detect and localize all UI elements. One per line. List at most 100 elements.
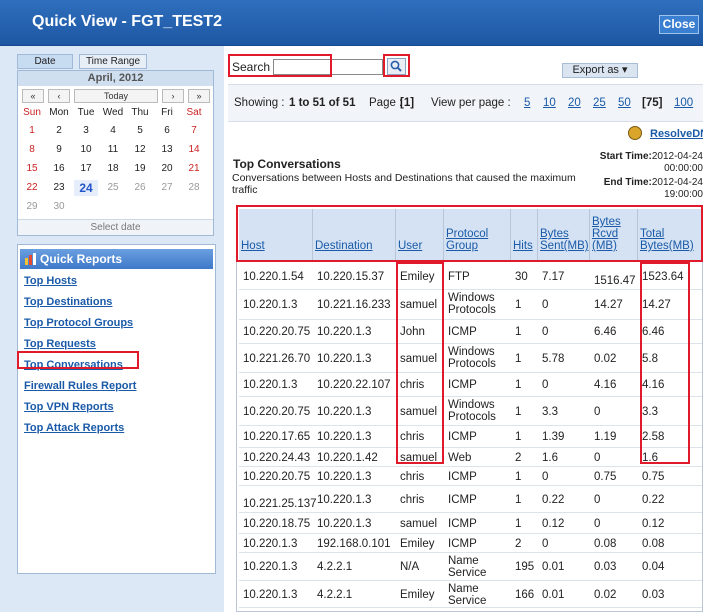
quick-report-top-vpn-reports[interactable]: Top VPN Reports [24, 401, 114, 413]
today-button[interactable]: Today [74, 89, 158, 103]
table-cell-bytes-rcvd: 14.27 [594, 299, 623, 311]
resolve-dns-link[interactable]: ResolveDNS [650, 128, 703, 140]
calendar-day[interactable]: 19 [128, 161, 152, 177]
calendar-day[interactable]: 9 [47, 142, 71, 158]
per-page-20[interactable]: 20 [568, 97, 581, 109]
column-header-user[interactable]: User [396, 209, 444, 260]
column-header-destination[interactable]: Destination [313, 209, 396, 260]
calendar-day[interactable]: 6 [155, 123, 179, 139]
weekday-tue: Tue [77, 107, 95, 118]
tab-date[interactable]: Date [17, 54, 73, 69]
column-header-bytes-sent[interactable]: Bytes Sent(MB) [538, 209, 590, 260]
calendar-day[interactable]: 26 [128, 180, 152, 196]
per-page-10[interactable]: 10 [543, 97, 556, 109]
page-label: Page : [369, 97, 403, 109]
calendar-day[interactable]: 8 [20, 142, 44, 158]
prev-year-button[interactable]: « [22, 89, 44, 103]
calendar-day[interactable]: 5 [128, 123, 152, 139]
per-page-25[interactable]: 25 [593, 97, 606, 109]
calendar-day[interactable]: 20 [155, 161, 179, 177]
table-cell-protocol-group: FTP [448, 270, 470, 283]
per-page-5[interactable]: 5 [524, 97, 530, 109]
column-header-label: User [398, 240, 423, 252]
next-month-button[interactable]: › [162, 89, 184, 103]
column-header-bytes-rcvd[interactable]: Bytes Rcvd (MB) [590, 209, 638, 260]
table-cell-destination: 10.220.22.107 [317, 379, 391, 391]
table-cell-user: Emiley [400, 538, 435, 550]
quick-report-top-destinations[interactable]: Top Destinations [24, 296, 112, 308]
table-cell-total-bytes: 0.03 [642, 588, 665, 601]
calendar-day[interactable]: 27 [155, 180, 179, 196]
calendar-day[interactable]: 11 [101, 142, 125, 158]
table-cell-bytes-sent: 0.22 [542, 493, 565, 506]
calendar-day[interactable]: 25 [101, 180, 125, 196]
column-header-host[interactable]: Host [239, 209, 313, 260]
table-cell-host: 10.220.20.75 [243, 405, 311, 418]
calendar-day[interactable]: 14 [182, 142, 206, 158]
quick-report-top-requests[interactable]: Top Requests [24, 338, 96, 350]
per-page-100[interactable]: 100 [674, 97, 693, 109]
calendar-day[interactable]: 17 [74, 161, 98, 177]
table-cell-host: 10.220.24.43 [243, 452, 311, 464]
calendar-day[interactable]: 28 [182, 180, 206, 196]
calendar-day[interactable]: 12 [128, 142, 152, 158]
calendar-day[interactable]: 13 [155, 142, 179, 158]
column-header-label: Hits [513, 240, 533, 252]
table-cell-host: 10.220.1.3 [243, 379, 298, 391]
table-cell-destination: 10.220.1.3 [317, 493, 372, 506]
quick-reports-panel: Quick Reports Top Hosts Top Destinations T… [17, 244, 216, 574]
calendar-day[interactable]: 10 [74, 142, 98, 158]
column-header-label: Bytes Sent(MB) [540, 228, 589, 252]
calendar-day[interactable]: 16 [47, 161, 71, 177]
search-button[interactable] [387, 58, 406, 75]
search-input[interactable] [273, 59, 383, 75]
quick-report-top-conversations[interactable]: Top Conversations [24, 359, 123, 371]
table-cell-user: chris [400, 379, 425, 391]
column-header-total-bytes[interactable]: Total Bytes(MB) [638, 209, 702, 260]
start-date: 2012-04-24 [651, 151, 703, 162]
calendar-day[interactable]: 23 [47, 180, 71, 196]
calendar-day[interactable]: 2 [47, 123, 71, 139]
calendar-day[interactable]: 29 [20, 199, 44, 215]
next-year-button[interactable]: » [188, 89, 210, 103]
table-cell-hits: 1 [515, 517, 522, 530]
calendar-footer: Select date [18, 219, 213, 235]
calendar-day[interactable]: 24 [74, 180, 98, 196]
quick-report-top-hosts[interactable]: Top Hosts [24, 275, 77, 287]
table-cell-user: John [400, 326, 425, 338]
table-cell-host: 10.220.20.75 [243, 326, 311, 338]
calendar-day[interactable]: 18 [101, 161, 125, 177]
export-button[interactable]: Export as ▾ [562, 63, 638, 78]
table-cell-user: samuel [400, 299, 438, 311]
calendar-day[interactable]: 30 [47, 199, 71, 215]
table-cell-bytes-rcvd: 0.08 [594, 538, 617, 550]
quick-report-top-protocol-groups[interactable]: Top Protocol Groups [24, 317, 133, 329]
calendar-day[interactable]: 15 [20, 161, 44, 177]
search-label: Search [232, 60, 271, 74]
report-description: Conversations between Hosts and Destinat… [232, 172, 576, 196]
per-page-50[interactable]: 50 [618, 97, 631, 109]
table-cell-total-bytes: 0.12 [642, 517, 665, 530]
calendar-day[interactable]: 3 [74, 123, 98, 139]
quick-report-firewall-rules-report[interactable]: Firewall Rules Report [24, 380, 136, 392]
calendar-day[interactable]: 1 [20, 123, 44, 139]
table-cell-hits: 1 [515, 405, 522, 418]
table-cell-host: 10.220.17.65 [243, 431, 311, 443]
column-header-protocol-group[interactable]: Protocol Group [444, 209, 511, 260]
column-header-hits[interactable]: Hits [511, 209, 538, 260]
table-cell-hits: 1 [515, 379, 522, 391]
table-cell-hits: 1 [515, 431, 522, 443]
calendar-day[interactable]: 7 [182, 123, 206, 139]
table-cell-destination: 4.2.2.1 [317, 561, 353, 573]
tab-time-range[interactable]: Time Range [79, 54, 147, 69]
calendar-day[interactable]: 21 [182, 161, 206, 177]
close-button[interactable]: Close [659, 15, 699, 34]
calendar-day[interactable]: 22 [20, 180, 44, 196]
prev-month-button[interactable]: ‹ [48, 89, 70, 103]
calendar-day[interactable]: 4 [101, 123, 125, 139]
table-cell-bytes-sent: 1.6 [542, 452, 558, 464]
table-cell-bytes-rcvd: 0 [594, 405, 601, 418]
weekday-wed: Wed [102, 107, 124, 118]
table-cell-protocol-group: Windows Protocols [448, 292, 496, 316]
quick-report-top-attack-reports[interactable]: Top Attack Reports [24, 422, 124, 434]
